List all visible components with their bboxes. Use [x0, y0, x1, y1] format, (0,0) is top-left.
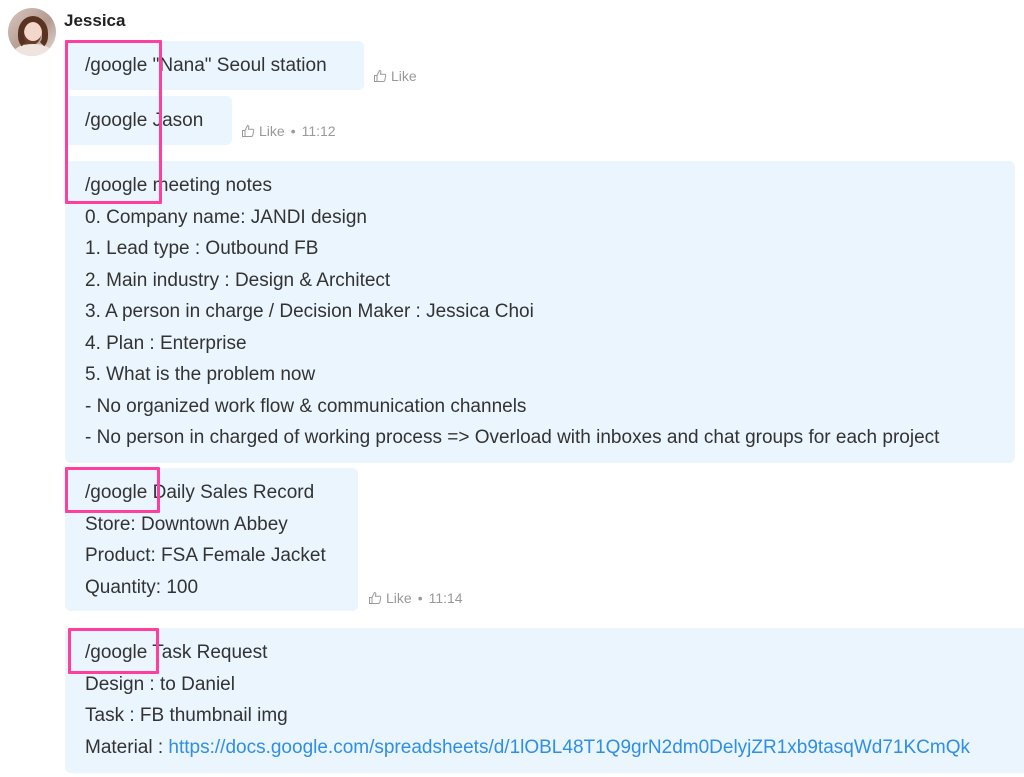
meta-separator: •	[417, 590, 423, 606]
thumbs-up-icon[interactable]	[373, 69, 387, 83]
message-meta: Like • 11:14	[368, 590, 463, 606]
message-line: 4. Plan : Enterprise	[85, 332, 247, 354]
thumbs-up-icon[interactable]	[241, 124, 255, 138]
message-line: /google meeting notes	[85, 175, 272, 196]
message-line: - No organized work flow & communication…	[85, 395, 527, 417]
message-line: 5. What is the problem now	[85, 364, 316, 385]
avatar-hair	[18, 16, 48, 50]
message-line: Quantity: 100	[85, 576, 199, 598]
chat-thread: Jessica /google "Nana" Seoul station Lik…	[0, 0, 1024, 777]
material-link[interactable]: https://docs.google.com/spreadsheets/d/1…	[168, 737, 970, 758]
like-button[interactable]: Like	[391, 68, 417, 84]
message-line: 2. Main industry : Design & Architect	[85, 269, 391, 291]
message-bubble[interactable]: /google Task Request Design : to Daniel …	[65, 628, 1024, 773]
sender-name[interactable]: Jessica	[64, 11, 125, 31]
thumbs-up-icon[interactable]	[368, 591, 382, 605]
message-line: Design : to Daniel	[85, 673, 235, 695]
message-line: 1. Lead type : Outbound FB	[85, 238, 319, 259]
message-timestamp: 11:14	[428, 590, 463, 606]
message-line: 3. A person in charge / Decision Maker :…	[85, 301, 534, 322]
message-line: 0. Company name: JANDI design	[85, 206, 367, 228]
highlight-box	[65, 467, 160, 513]
highlight-box	[65, 40, 162, 204]
message-bubble[interactable]: /google meeting notes 0. Company name: J…	[65, 161, 1015, 463]
message-timestamp: 11:12	[301, 123, 336, 139]
message-meta: Like	[373, 68, 417, 84]
like-button[interactable]: Like	[386, 590, 412, 606]
message-line: Product: FSA Female Jacket	[85, 545, 326, 566]
message-line: Store: Downtown Abbey	[85, 513, 288, 535]
message-line: /google Task Request	[85, 642, 268, 663]
message-meta: Like • 11:12	[241, 123, 336, 139]
highlight-box	[68, 628, 159, 674]
message-line-material: Material : https://docs.google.com/sprea…	[85, 732, 1015, 764]
message-line: Task : FB thumbnail img	[85, 705, 288, 726]
avatar[interactable]	[8, 8, 56, 56]
meta-separator: •	[290, 123, 296, 139]
material-label: Material :	[85, 736, 169, 758]
like-button[interactable]: Like	[259, 123, 285, 139]
message-line: - No person in charged of working proces…	[85, 427, 940, 448]
